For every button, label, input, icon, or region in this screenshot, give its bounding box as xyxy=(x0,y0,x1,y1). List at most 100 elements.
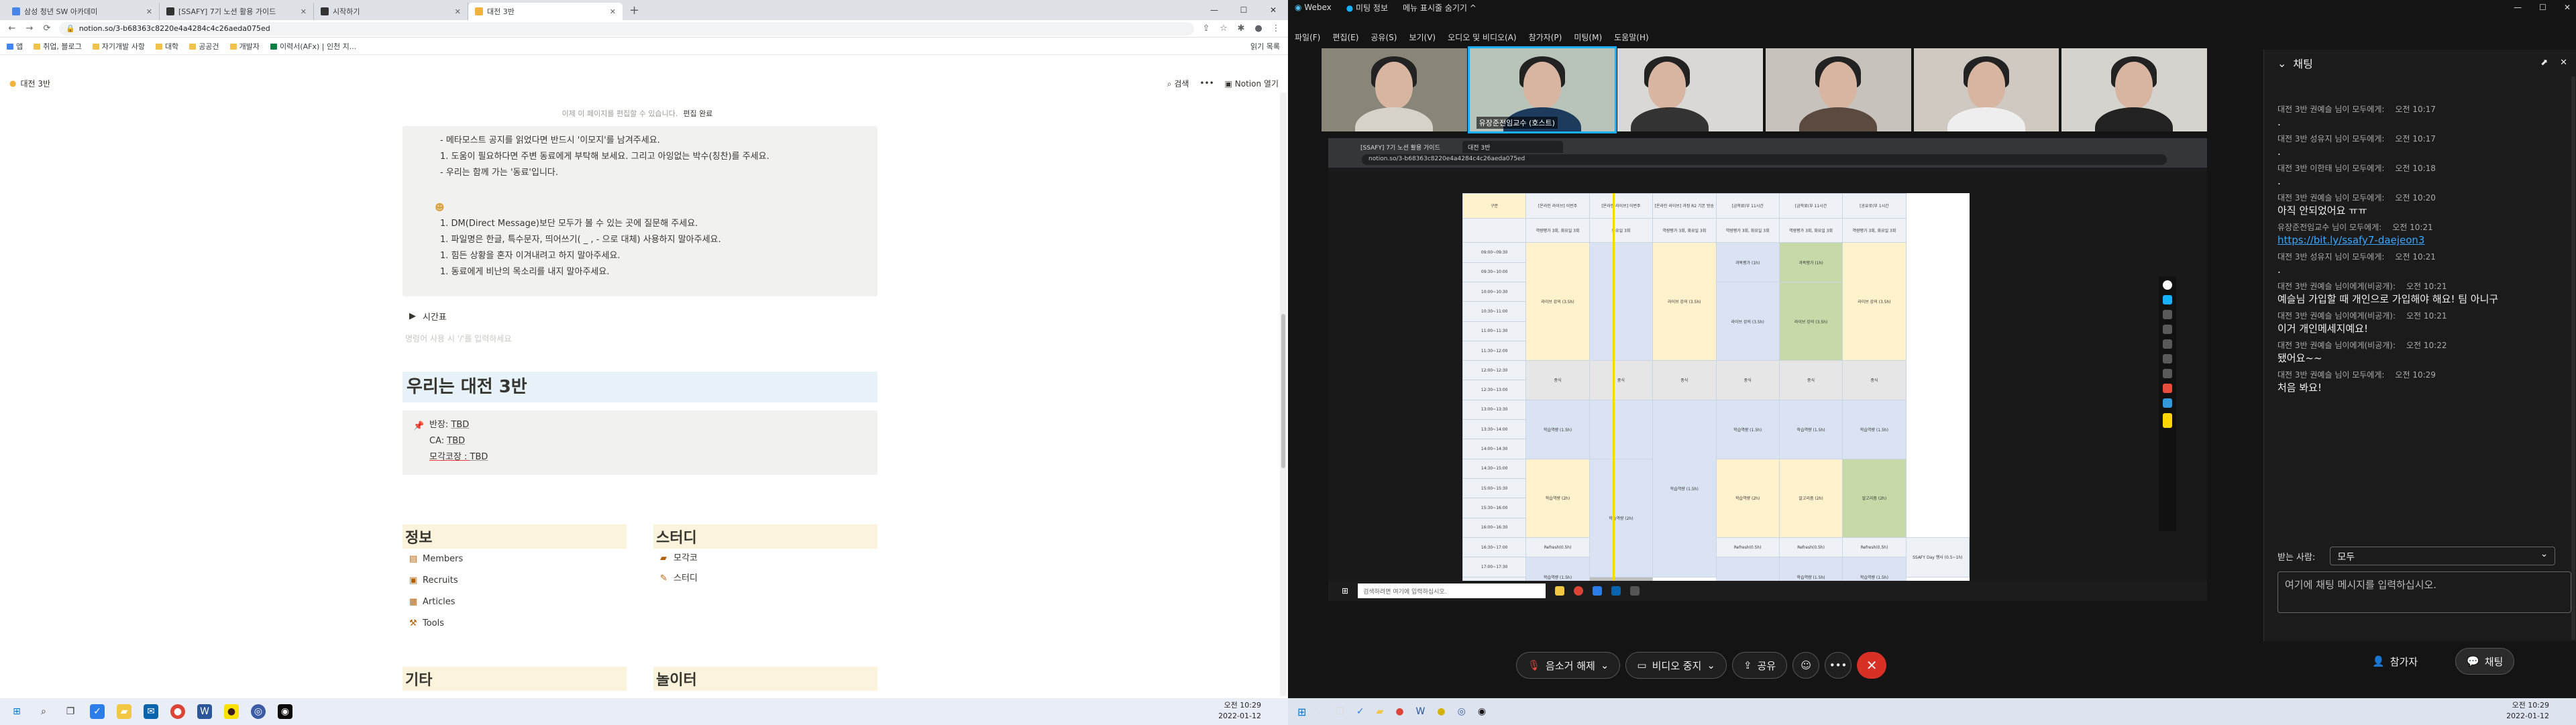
star-icon[interactable]: ☆ xyxy=(1218,23,1229,34)
menu-help[interactable]: 도움말(H) xyxy=(1614,32,1649,43)
mail-icon[interactable]: ✉ xyxy=(144,704,158,719)
meeting-info-button[interactable]: ● 미팅 정보 xyxy=(1346,2,1388,13)
menu-file[interactable]: 파일(F) xyxy=(1295,32,1320,43)
participant-video-host[interactable]: 유장준전임교수 (호스트) xyxy=(1467,46,1617,133)
search-button[interactable]: ⌕ 검색 xyxy=(1167,78,1189,89)
close-window-icon[interactable]: ✕ xyxy=(1258,0,1288,20)
stop-video-button[interactable]: ▭ 비디오 중지 ⌄ xyxy=(1625,652,1727,679)
forward-icon[interactable]: → xyxy=(24,23,35,34)
search-icon[interactable]: ⌕ xyxy=(1318,706,1324,717)
chat-input[interactable]: 여기에 채팅 메시지를 입력하십시오. xyxy=(2277,571,2571,613)
breadcrumb[interactable]: 대전 3반 xyxy=(20,78,50,89)
chevron-down-icon[interactable]: ⌄ xyxy=(1707,659,1715,671)
participant-video[interactable] xyxy=(1766,48,1911,131)
participant-video[interactable] xyxy=(2061,48,2208,131)
scrollbar-thumb[interactable] xyxy=(1281,314,1285,468)
todo-icon[interactable]: ✓ xyxy=(1356,706,1364,717)
close-window-icon[interactable]: ✕ xyxy=(2564,3,2571,12)
close-icon[interactable]: ✕ xyxy=(146,7,152,16)
more-options-button[interactable]: ••• xyxy=(1825,652,1852,679)
menu-participants[interactable]: 참가자(P) xyxy=(1529,32,1562,43)
chrome-icon[interactable]: ● xyxy=(170,704,185,719)
save-icon[interactable] xyxy=(2163,369,2172,378)
unmute-button[interactable]: 🎙 음소거 해제 ⌄ xyxy=(1516,652,1621,679)
info-link[interactable]: TBD xyxy=(447,436,465,446)
bookmark-item[interactable]: 앱 xyxy=(7,41,23,52)
info-link[interactable]: TBD xyxy=(451,420,469,430)
bookmark-item[interactable]: 개발자 xyxy=(229,41,260,52)
link-mogakco[interactable]: ▰ 모각코 xyxy=(660,549,877,569)
menu-icon[interactable]: ⋮ xyxy=(1271,23,1281,34)
browser-tab[interactable]: [SSAFY] 7기 노션 활용 가이드 ✕ xyxy=(160,3,314,20)
eraser-icon[interactable] xyxy=(2163,325,2172,334)
reload-icon[interactable]: ⟳ xyxy=(42,23,52,34)
close-icon[interactable]: ✕ xyxy=(2560,58,2567,68)
bookmark-item[interactable]: 자기개발 사항 xyxy=(92,41,145,52)
webex-icon[interactable]: ◉ xyxy=(1478,706,1486,717)
kakao-icon[interactable]: ● xyxy=(1437,706,1445,717)
timetable-toggle[interactable]: ▶ 시간표 xyxy=(409,310,447,323)
reading-list[interactable]: 읽기 목록 xyxy=(1250,41,1280,52)
back-icon[interactable]: ← xyxy=(7,23,17,34)
command-hint[interactable]: 명령어 사용 시 '/'를 입력하세요 xyxy=(405,333,511,344)
chevron-down-icon[interactable]: ⌄ xyxy=(2277,57,2286,70)
menu-edit[interactable]: 편집(E) xyxy=(1332,32,1358,43)
more-button[interactable]: ••• xyxy=(1199,78,1214,88)
color-yellow-icon[interactable] xyxy=(2163,413,2172,428)
task-view-icon[interactable]: ❐ xyxy=(63,704,78,719)
recipient-select[interactable]: 모두 xyxy=(2330,547,2556,565)
url-field[interactable]: 🔒 notion.so/3-b68363c8220e4a4284c4c26aeda… xyxy=(59,21,1194,36)
search-icon[interactable]: ⌕ xyxy=(36,704,51,719)
menu-audio-video[interactable]: 오디오 및 비디오(A) xyxy=(1448,32,1516,43)
pen-icon[interactable] xyxy=(2163,295,2172,304)
menu-meeting[interactable]: 미팅(M) xyxy=(1574,32,1602,43)
explorer-icon[interactable]: ▰ xyxy=(1377,706,1384,717)
clock[interactable]: 오전 10:29 2022-01-12 xyxy=(1218,700,1261,722)
participant-video[interactable] xyxy=(1322,48,1467,131)
share-icon[interactable]: ⇪ xyxy=(1201,23,1212,34)
word-icon[interactable]: W xyxy=(1416,706,1426,717)
todo-icon[interactable]: ✓ xyxy=(90,704,105,719)
leave-meeting-button[interactable]: ✕ xyxy=(1857,652,1887,679)
participant-video[interactable] xyxy=(1913,48,2059,131)
popout-icon[interactable]: ⬈ xyxy=(2540,58,2548,68)
hide-menubar-button[interactable]: 메뉴 표시줄 숨기기 ^ xyxy=(1403,2,1477,13)
link-study[interactable]: ✎ 스터디 xyxy=(660,569,877,589)
chevron-down-icon[interactable]: ⌄ xyxy=(1601,659,1609,671)
kakao-icon[interactable]: ● xyxy=(224,704,239,719)
link-articles[interactable]: ▦ Articles xyxy=(409,592,627,613)
scrollbar[interactable] xyxy=(1280,93,1287,696)
windows-start-icon[interactable]: ⊞ xyxy=(9,704,24,719)
link-recruits[interactable]: ▣ Recruits xyxy=(409,570,627,592)
shape-icon[interactable] xyxy=(2163,354,2172,364)
color-red-icon[interactable] xyxy=(2163,384,2172,393)
bookmark-item[interactable]: 대학 xyxy=(155,41,178,52)
chrome-icon[interactable]: ● xyxy=(1395,706,1403,717)
chat-button[interactable]: 💬 채팅 xyxy=(2455,648,2515,675)
browser-tab[interactable]: 시작하기 ✕ xyxy=(314,3,468,20)
chat-link[interactable]: https://bit.ly/ssafy7-daejeon3 xyxy=(2277,233,2573,247)
maximize-icon[interactable]: ☐ xyxy=(1229,0,1258,20)
bookmark-item[interactable]: 취업, 블로그 xyxy=(34,41,82,52)
share-button[interactable]: ⇪ 공유 xyxy=(1731,652,1788,679)
highlighter-icon[interactable] xyxy=(2163,310,2172,319)
bookmark-item[interactable]: 이력서(AFx) | 인천 지... xyxy=(270,41,356,52)
participant-video[interactable] xyxy=(1617,48,1764,131)
clock[interactable]: 오전 10:29 2022-01-12 xyxy=(2506,700,2549,722)
close-icon[interactable]: ✕ xyxy=(301,7,307,16)
browser-tab[interactable]: 삼성 청년 SW 아카데미 ✕ xyxy=(5,3,160,20)
link-tools[interactable]: ⚒ Tools xyxy=(409,613,627,634)
close-icon[interactable]: ✕ xyxy=(610,7,616,16)
menu-view[interactable]: 보기(V) xyxy=(1409,32,1436,43)
task-view-icon[interactable]: ❐ xyxy=(1336,706,1344,717)
menu-share[interactable]: 공유(S) xyxy=(1371,32,1397,43)
explorer-icon[interactable]: ▰ xyxy=(117,704,131,719)
link-members[interactable]: ▤ Members xyxy=(409,549,627,570)
new-tab-button[interactable]: + xyxy=(623,3,646,20)
webex-icon[interactable]: ◉ xyxy=(278,704,292,719)
color-blue-icon[interactable] xyxy=(2163,398,2172,408)
minimize-icon[interactable]: — xyxy=(1199,0,1229,20)
reactions-button[interactable]: ☺ xyxy=(1792,652,1820,679)
text-icon[interactable] xyxy=(2163,339,2172,349)
windows-start-icon[interactable]: ⊞ xyxy=(1297,706,1306,718)
